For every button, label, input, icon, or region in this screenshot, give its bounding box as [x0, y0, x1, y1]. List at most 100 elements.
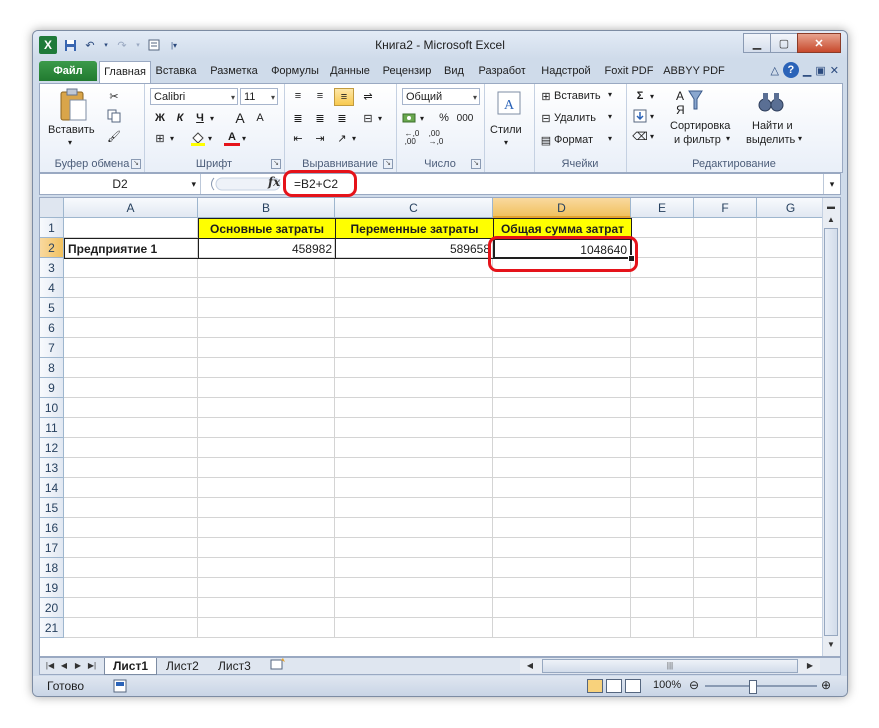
horizontal-scrollbar[interactable]: ◀ ||| ▶ [520, 659, 820, 673]
grid-cell[interactable] [335, 358, 493, 378]
row-header[interactable]: 4 [40, 278, 64, 298]
grid-cell[interactable] [694, 558, 757, 578]
number-format-select[interactable]: Общий ▾ [402, 88, 480, 105]
column-header-e[interactable]: E [631, 198, 694, 218]
grid-cell[interactable] [198, 398, 335, 418]
grid-cell[interactable] [631, 558, 694, 578]
grid-cell[interactable] [335, 518, 493, 538]
grid-cell[interactable] [694, 598, 757, 618]
row-header[interactable]: 18 [40, 558, 64, 578]
grid-cell[interactable] [757, 338, 825, 358]
row-header[interactable]: 14 [40, 478, 64, 498]
grid-cell[interactable] [198, 438, 335, 458]
percent-button[interactable]: % [436, 110, 452, 126]
grid-cell[interactable] [757, 498, 825, 518]
grid-cell[interactable] [198, 338, 335, 358]
close-icon[interactable]: ✕ [797, 33, 841, 53]
increase-decimal-icon[interactable]: ←,0,00 [402, 130, 422, 146]
grid-cell[interactable] [335, 498, 493, 518]
grid-cell[interactable] [64, 358, 198, 378]
row-header[interactable]: 5 [40, 298, 64, 318]
currency-dropdown-icon[interactable]: ▾ [418, 110, 426, 126]
macro-record-icon[interactable] [113, 679, 127, 696]
wrap-text-icon[interactable]: ⇌ [360, 88, 376, 104]
font-color-dropdown-icon[interactable]: ▾ [240, 130, 248, 146]
worksheet-grid[interactable]: A B C D E F G 1 2 3 4 5 6 7 8 9 10 11 12 13 14 15 16 17 1… [39, 197, 841, 657]
grid-cell[interactable] [64, 298, 198, 318]
sheet-tab-1[interactable]: Лист1 [104, 658, 158, 675]
borders-dropdown-icon[interactable]: ▾ [168, 130, 176, 146]
grid-cell[interactable] [64, 338, 198, 358]
grid-cell[interactable] [757, 318, 825, 338]
scroll-right-icon[interactable]: ▶ [804, 659, 816, 673]
styles-dropdown-icon[interactable]: ▾ [504, 138, 508, 147]
grid-cell[interactable] [64, 438, 198, 458]
grid-cell[interactable] [631, 498, 694, 518]
doc-restore-icon[interactable]: ▣ [815, 64, 825, 77]
sort-filter-icon[interactable]: АЯ [674, 86, 704, 118]
grid-cell[interactable] [64, 398, 198, 418]
autosum-dropdown-icon[interactable]: ▾ [648, 88, 656, 104]
column-header-c[interactable]: C [335, 198, 493, 218]
grid-cell[interactable] [694, 498, 757, 518]
grid-cell[interactable] [493, 358, 631, 378]
format-dropdown-icon[interactable]: ▾ [608, 134, 612, 143]
minimize-icon[interactable]: ▁ [743, 33, 771, 53]
vertical-scrollbar[interactable]: ▬ ▲ ▼ [822, 198, 840, 656]
grid-cell[interactable] [631, 338, 694, 358]
grid-cell[interactable] [198, 358, 335, 378]
grid-cell[interactable] [198, 518, 335, 538]
sort-dropdown-icon[interactable]: ▾ [726, 134, 730, 143]
grid-cell[interactable] [198, 498, 335, 518]
grid-cell[interactable] [64, 598, 198, 618]
grid-cell[interactable] [493, 558, 631, 578]
copy-icon[interactable] [106, 108, 122, 124]
grid-cell[interactable] [493, 498, 631, 518]
find-dropdown-icon[interactable]: ▾ [798, 134, 802, 143]
row-header[interactable]: 15 [40, 498, 64, 518]
page-break-view-icon[interactable] [625, 679, 641, 693]
tab-formulas[interactable]: Формулы [267, 61, 323, 81]
row-header[interactable]: 2 [40, 238, 64, 258]
grid-cell[interactable] [631, 358, 694, 378]
grid-cell[interactable] [757, 378, 825, 398]
grid-cell[interactable] [335, 278, 493, 298]
align-left-icon[interactable]: ≣ [290, 110, 306, 126]
column-header-b[interactable]: B [198, 198, 335, 218]
tab-file[interactable]: Файл [39, 61, 97, 81]
sheet-tab-3[interactable]: Лист3 [210, 658, 259, 674]
grid-cell[interactable] [335, 618, 493, 638]
font-name-select[interactable]: Calibri ▾ [150, 88, 238, 105]
grid-cell[interactable] [631, 618, 694, 638]
grid-cell[interactable] [757, 518, 825, 538]
grid-cell[interactable] [493, 338, 631, 358]
scroll-up-icon[interactable]: ▲ [824, 213, 838, 227]
grid-cell[interactable] [493, 578, 631, 598]
grid-cell[interactable] [335, 558, 493, 578]
grid-cell[interactable] [198, 418, 335, 438]
font-color-icon[interactable]: A [224, 130, 240, 146]
row-header[interactable]: 11 [40, 418, 64, 438]
paste-dropdown-icon[interactable]: ▾ [68, 138, 72, 147]
tab-review[interactable]: Рецензир [377, 61, 437, 81]
tab-abbyy-pdf[interactable]: ABBYY PDF [661, 61, 727, 81]
styles-button[interactable]: Стили [490, 124, 522, 136]
clear-icon[interactable]: ⌫ [632, 128, 648, 144]
grid-cell[interactable] [198, 578, 335, 598]
grid-cell[interactable] [631, 438, 694, 458]
merge-center-icon[interactable]: ⊟ [360, 110, 376, 126]
grid-cell[interactable] [198, 318, 335, 338]
grid-cell[interactable] [757, 438, 825, 458]
grid-cell[interactable] [694, 378, 757, 398]
orientation-dropdown-icon[interactable]: ▾ [350, 130, 358, 146]
paste-icon[interactable] [56, 88, 90, 122]
fill-icon[interactable] [632, 108, 648, 124]
split-handle-icon[interactable]: ▬ [824, 200, 838, 214]
format-cells-icon[interactable]: ▤ [538, 132, 554, 148]
next-sheet-icon[interactable]: ▶ [72, 659, 84, 673]
tab-addins[interactable]: Надстрой [535, 61, 597, 81]
grid-cell[interactable] [631, 538, 694, 558]
insert-sheet-icon[interactable] [266, 658, 290, 674]
grid-cell[interactable] [631, 218, 694, 238]
grid-cell[interactable] [198, 478, 335, 498]
